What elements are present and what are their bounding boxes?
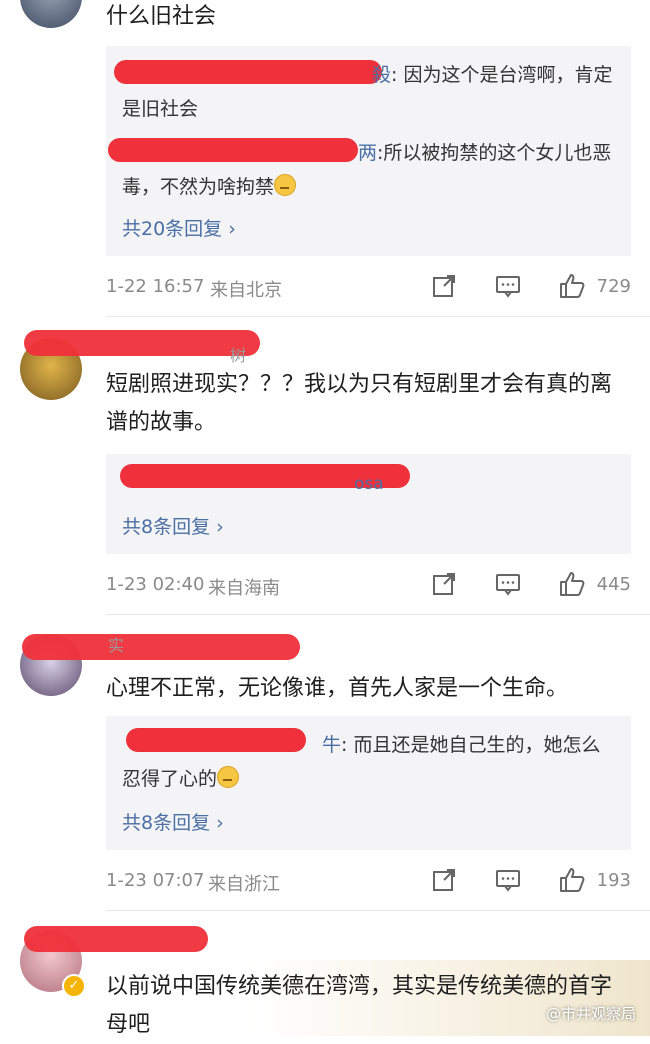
reply-box[interactable]: 牛: 而且还是她自己生的，她怎么忍得了心的 共8条回复 › — [106, 716, 631, 850]
like-count: 729 — [596, 276, 631, 297]
smirk-emoji-icon — [274, 174, 297, 196]
reply-username[interactable]: 两 — [358, 142, 377, 164]
divider — [106, 614, 650, 615]
reply-fragment: osa — [354, 474, 384, 494]
comment-time: 1-23 02:40 — [106, 574, 205, 595]
reply-text: : 因为这个是台湾啊，肯定是旧社会 — [122, 64, 613, 120]
redacted-username — [22, 634, 300, 660]
comment-time: 1-23 07:07 — [106, 870, 205, 891]
comment-location: 来自海南 — [208, 578, 280, 599]
reply-username[interactable]: 殺 — [372, 64, 391, 86]
more-replies-link[interactable]: 共8条回复 › — [122, 808, 224, 835]
reply-item[interactable]: 两:所以被拘禁的这个女儿也恶毒，不然为啥拘禁 — [122, 136, 617, 204]
comment-meta: 1-23 07:07 来自浙江 193 — [106, 866, 631, 896]
comment-location: 来自浙江 — [208, 874, 280, 895]
reply-item[interactable]: 殺: 因为这个是台湾啊，肯定是旧社会 — [122, 58, 617, 126]
comment-meta: 1-22 16:57 来自北京 729 — [106, 272, 631, 302]
username-fragment: 树 — [230, 346, 247, 365]
divider — [106, 910, 650, 911]
share-icon[interactable] — [430, 866, 458, 894]
thumbs-up-icon[interactable] — [558, 866, 586, 894]
comment-icon[interactable] — [494, 570, 522, 598]
comment-meta: 1-23 02:40 来自海南 445 — [106, 570, 631, 600]
verified-badge-icon: ✓ — [62, 974, 86, 998]
comment-time: 1-22 16:57 — [106, 276, 205, 297]
reply-text: : 而且还是她自己生的，她怎么忍得了心的 — [122, 734, 601, 790]
comment-location: 来自北京 — [210, 280, 282, 301]
reply-item[interactable]: 牛: 而且还是她自己生的，她怎么忍得了心的 — [122, 728, 617, 796]
comment-text: 什么旧社会 — [106, 4, 217, 29]
username-fragment: 实 — [108, 636, 125, 655]
watermark: @市井观察局 — [545, 1005, 636, 1023]
reply-box[interactable]: osa 共8条回复 › — [106, 454, 631, 554]
share-icon[interactable] — [430, 570, 458, 598]
smirk-emoji-icon — [217, 766, 240, 788]
reply-username[interactable]: 牛 — [322, 734, 341, 756]
thumbs-up-icon[interactable] — [558, 272, 586, 300]
like-count: 193 — [596, 870, 631, 891]
reply-box[interactable]: 殺: 因为这个是台湾啊，肯定是旧社会 两:所以被拘禁的这个女儿也恶毒，不然为啥拘… — [106, 46, 631, 256]
redacted-username — [24, 330, 260, 356]
comment-icon[interactable] — [494, 866, 522, 894]
more-replies-link[interactable]: 共20条回复 › — [122, 214, 236, 241]
avatar[interactable] — [20, 0, 82, 28]
thumbs-up-icon[interactable] — [558, 570, 586, 598]
like-count: 445 — [596, 574, 631, 595]
share-icon[interactable] — [430, 272, 458, 300]
comment-text: 短剧照进现实？？？我以为只有短剧里才会有真的离谱的故事。 — [106, 372, 613, 435]
more-replies-link[interactable]: 共8条回复 › — [122, 512, 224, 539]
redacted-username — [24, 926, 208, 952]
divider — [106, 316, 650, 317]
comment-text: 心理不正常，无论像谁，首先人家是一个生命。 — [106, 676, 569, 701]
comment-icon[interactable] — [494, 272, 522, 300]
